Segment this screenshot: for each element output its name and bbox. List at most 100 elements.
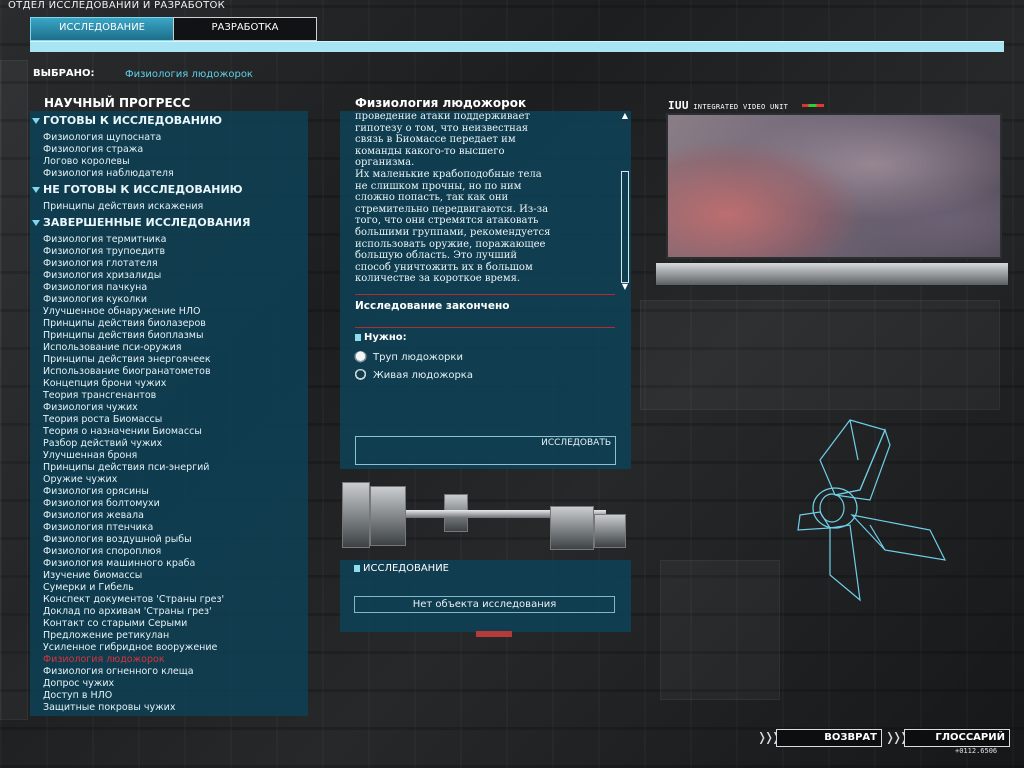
description-line: способ уничтожить их в большом — [355, 261, 533, 273]
research-item[interactable]: Предложение ретикулан — [30, 630, 308, 642]
research-button[interactable]: ИССЛЕДОВАТЬ — [355, 436, 616, 465]
video-frame — [655, 262, 1009, 286]
research-item[interactable]: Физиология воздушной рыбы — [30, 534, 308, 546]
research-item[interactable]: Физиология чужих — [30, 402, 308, 414]
requirement-label: Живая людожорка — [373, 370, 473, 381]
research-item[interactable]: Принципы действия биоплазмы — [30, 330, 308, 342]
scroll-down-icon[interactable]: ▼ — [620, 282, 630, 292]
research-item[interactable]: Физиология щупосната — [30, 132, 308, 144]
description-scrollbar[interactable]: ▲ ▼ — [620, 111, 630, 292]
square-bullet-icon — [355, 334, 361, 341]
research-item[interactable]: Доступ в НЛО — [30, 690, 308, 702]
alien-corpse-icon — [354, 351, 367, 364]
selected-label: ВЫБРАНО: — [33, 68, 95, 79]
section-title: НЕ ГОТОВЫ К ИССЛЕДОВАНИЮ — [43, 183, 243, 196]
lab-header-label: ИССЛЕДОВАНИЕ — [363, 563, 449, 574]
description-line: того, что они стремятся атаковать — [355, 215, 539, 227]
research-item[interactable]: Доклад по архивам 'Страны грез' — [30, 606, 308, 618]
section-header[interactable]: ГОТОВЫ К ИССЛЕДОВАНИЮ — [30, 114, 308, 128]
divider — [355, 327, 615, 328]
research-item[interactable]: Физиология орясины — [30, 486, 308, 498]
selected-value: Физиология людожорок — [125, 69, 253, 80]
research-item[interactable]: Контакт со старыми Серыми — [30, 618, 308, 630]
research-item[interactable]: Принципы действия биолазеров — [30, 318, 308, 330]
collapse-triangle-icon[interactable] — [32, 118, 40, 124]
research-item[interactable]: Физиология болтомухи — [30, 498, 308, 510]
research-item[interactable]: Физиология стража — [30, 144, 308, 156]
window-title: ОТДЕЛ ИССЛЕДОВАНИЙ И РАЗРАБОТОК — [8, 0, 226, 11]
description-line: организма. — [355, 157, 415, 169]
section-title: ГОТОВЫ К ИССЛЕДОВАНИЮ — [43, 114, 223, 127]
research-item[interactable]: Использование биогранатометов — [30, 366, 308, 378]
research-item[interactable]: Разбор действий чужих — [30, 438, 308, 450]
research-item[interactable]: Физиология машинного краба — [30, 558, 308, 570]
research-item[interactable]: Физиология наблюдателя — [30, 168, 308, 180]
background-structure-2 — [660, 560, 780, 700]
collapse-triangle-icon[interactable] — [32, 187, 40, 193]
research-item[interactable]: Принципы действия энергоячеек — [30, 354, 308, 366]
research-item[interactable]: Физиология глотателя — [30, 258, 308, 270]
video-label-big: IUU — [668, 99, 689, 112]
research-item[interactable]: Теория о назначении Биомассы — [30, 426, 308, 438]
header-bar — [30, 41, 1004, 52]
description-line: связь в Биомассе передает им — [355, 134, 516, 146]
research-item[interactable]: Допрос чужих — [30, 678, 308, 690]
research-item[interactable]: Усиленное гибридное вооружение — [30, 642, 308, 654]
description-line: команды какого-то высшего — [355, 145, 505, 157]
research-item[interactable]: Изучение биомассы — [30, 570, 308, 582]
description-line: сложно попасть, так как они — [355, 192, 509, 204]
description-line: гипотезу о том, что неизвестная — [355, 122, 529, 134]
research-item[interactable]: Физиология птенчика — [30, 522, 308, 534]
indicator-bar — [476, 631, 512, 637]
research-item[interactable]: Физиология спороплюя — [30, 546, 308, 558]
alien-live-icon — [354, 369, 367, 382]
research-item[interactable]: Логово королевы — [30, 156, 308, 168]
alien-wireframe — [797, 419, 947, 602]
research-item[interactable]: Теория трансгенантов — [30, 390, 308, 402]
research-item[interactable]: Сумерки и Гибель — [30, 582, 308, 594]
research-item[interactable]: Физиология людожорок — [30, 654, 308, 666]
no-object-button[interactable]: Нет объекта исследования — [354, 596, 615, 613]
research-item[interactable]: Конспект документов 'Страны грез' — [30, 594, 308, 606]
research-item[interactable]: Физиология огненного клеща — [30, 666, 308, 678]
back-button[interactable]: ВОЗВРАТ — [776, 729, 882, 747]
research-item[interactable]: Принципы действия пси-энергий — [30, 462, 308, 474]
video-label: IUU INTEGRATED VIDEO UNIT — [668, 99, 788, 112]
research-item[interactable]: Физиология трупоедитв — [30, 246, 308, 258]
video-label-small: INTEGRATED VIDEO UNIT — [693, 103, 789, 111]
research-item[interactable]: Физиология хризалиды — [30, 270, 308, 282]
square-bullet-icon — [354, 565, 360, 572]
collapse-triangle-icon[interactable] — [32, 220, 40, 226]
research-item[interactable]: Оружие чужих — [30, 474, 308, 486]
research-item[interactable]: Улучшенная броня — [30, 450, 308, 462]
section-title: ЗАВЕРШЕННЫЕ ИССЛЕДОВАНИЯ — [43, 216, 251, 229]
research-item[interactable]: Физиология жевала — [30, 510, 308, 522]
description-line: использовать оружие, поражающее — [355, 238, 546, 250]
research-item[interactable]: Принципы действия искажения — [30, 201, 308, 213]
description-line: большими группами, рекомендуется — [355, 226, 551, 238]
tab-development[interactable]: РАЗРАБОТКА — [173, 17, 317, 41]
research-item[interactable]: Улучшенное обнаружение НЛО — [30, 306, 308, 318]
chevron-icon: ❭❭❭ — [885, 730, 909, 744]
research-item[interactable]: Теория роста Биомассы — [30, 414, 308, 426]
research-item[interactable]: Концепция брони чужих — [30, 378, 308, 390]
scroll-thumb[interactable] — [621, 171, 629, 283]
tab-research[interactable]: ИССЛЕДОВАНИЕ — [30, 17, 174, 41]
research-item[interactable]: Физиология термитника — [30, 234, 308, 246]
research-item[interactable]: Физиология куколки — [30, 294, 308, 306]
section-header[interactable]: НЕ ГОТОВЫ К ИССЛЕДОВАНИЮ — [30, 183, 308, 197]
research-item[interactable]: Использование пси-оружия — [30, 342, 308, 354]
glossary-button[interactable]: ГЛОССАРИЙ — [904, 729, 1010, 747]
lab-panel: ИССЛЕДОВАНИЕ Нет объекта исследования — [340, 560, 631, 632]
section-header[interactable]: ЗАВЕРШЕННЫЕ ИССЛЕДОВАНИЯ — [30, 216, 308, 230]
left-edge-panel — [0, 60, 28, 720]
research-item[interactable]: Защитные покровы чужих — [30, 702, 308, 714]
detail-panel: проведение атаки поддерживает гипотезу о … — [340, 111, 631, 469]
video-feed — [666, 113, 1002, 259]
description-line: проведение атаки поддерживает — [355, 111, 530, 122]
scroll-up-icon[interactable]: ▲ — [620, 111, 630, 121]
divider — [355, 294, 615, 295]
research-item[interactable]: Физиология пачкуна — [30, 282, 308, 294]
description-text: проведение атаки поддерживает гипотезу о … — [355, 111, 617, 292]
description-line: не слишком прочны, но по ним — [355, 180, 522, 192]
